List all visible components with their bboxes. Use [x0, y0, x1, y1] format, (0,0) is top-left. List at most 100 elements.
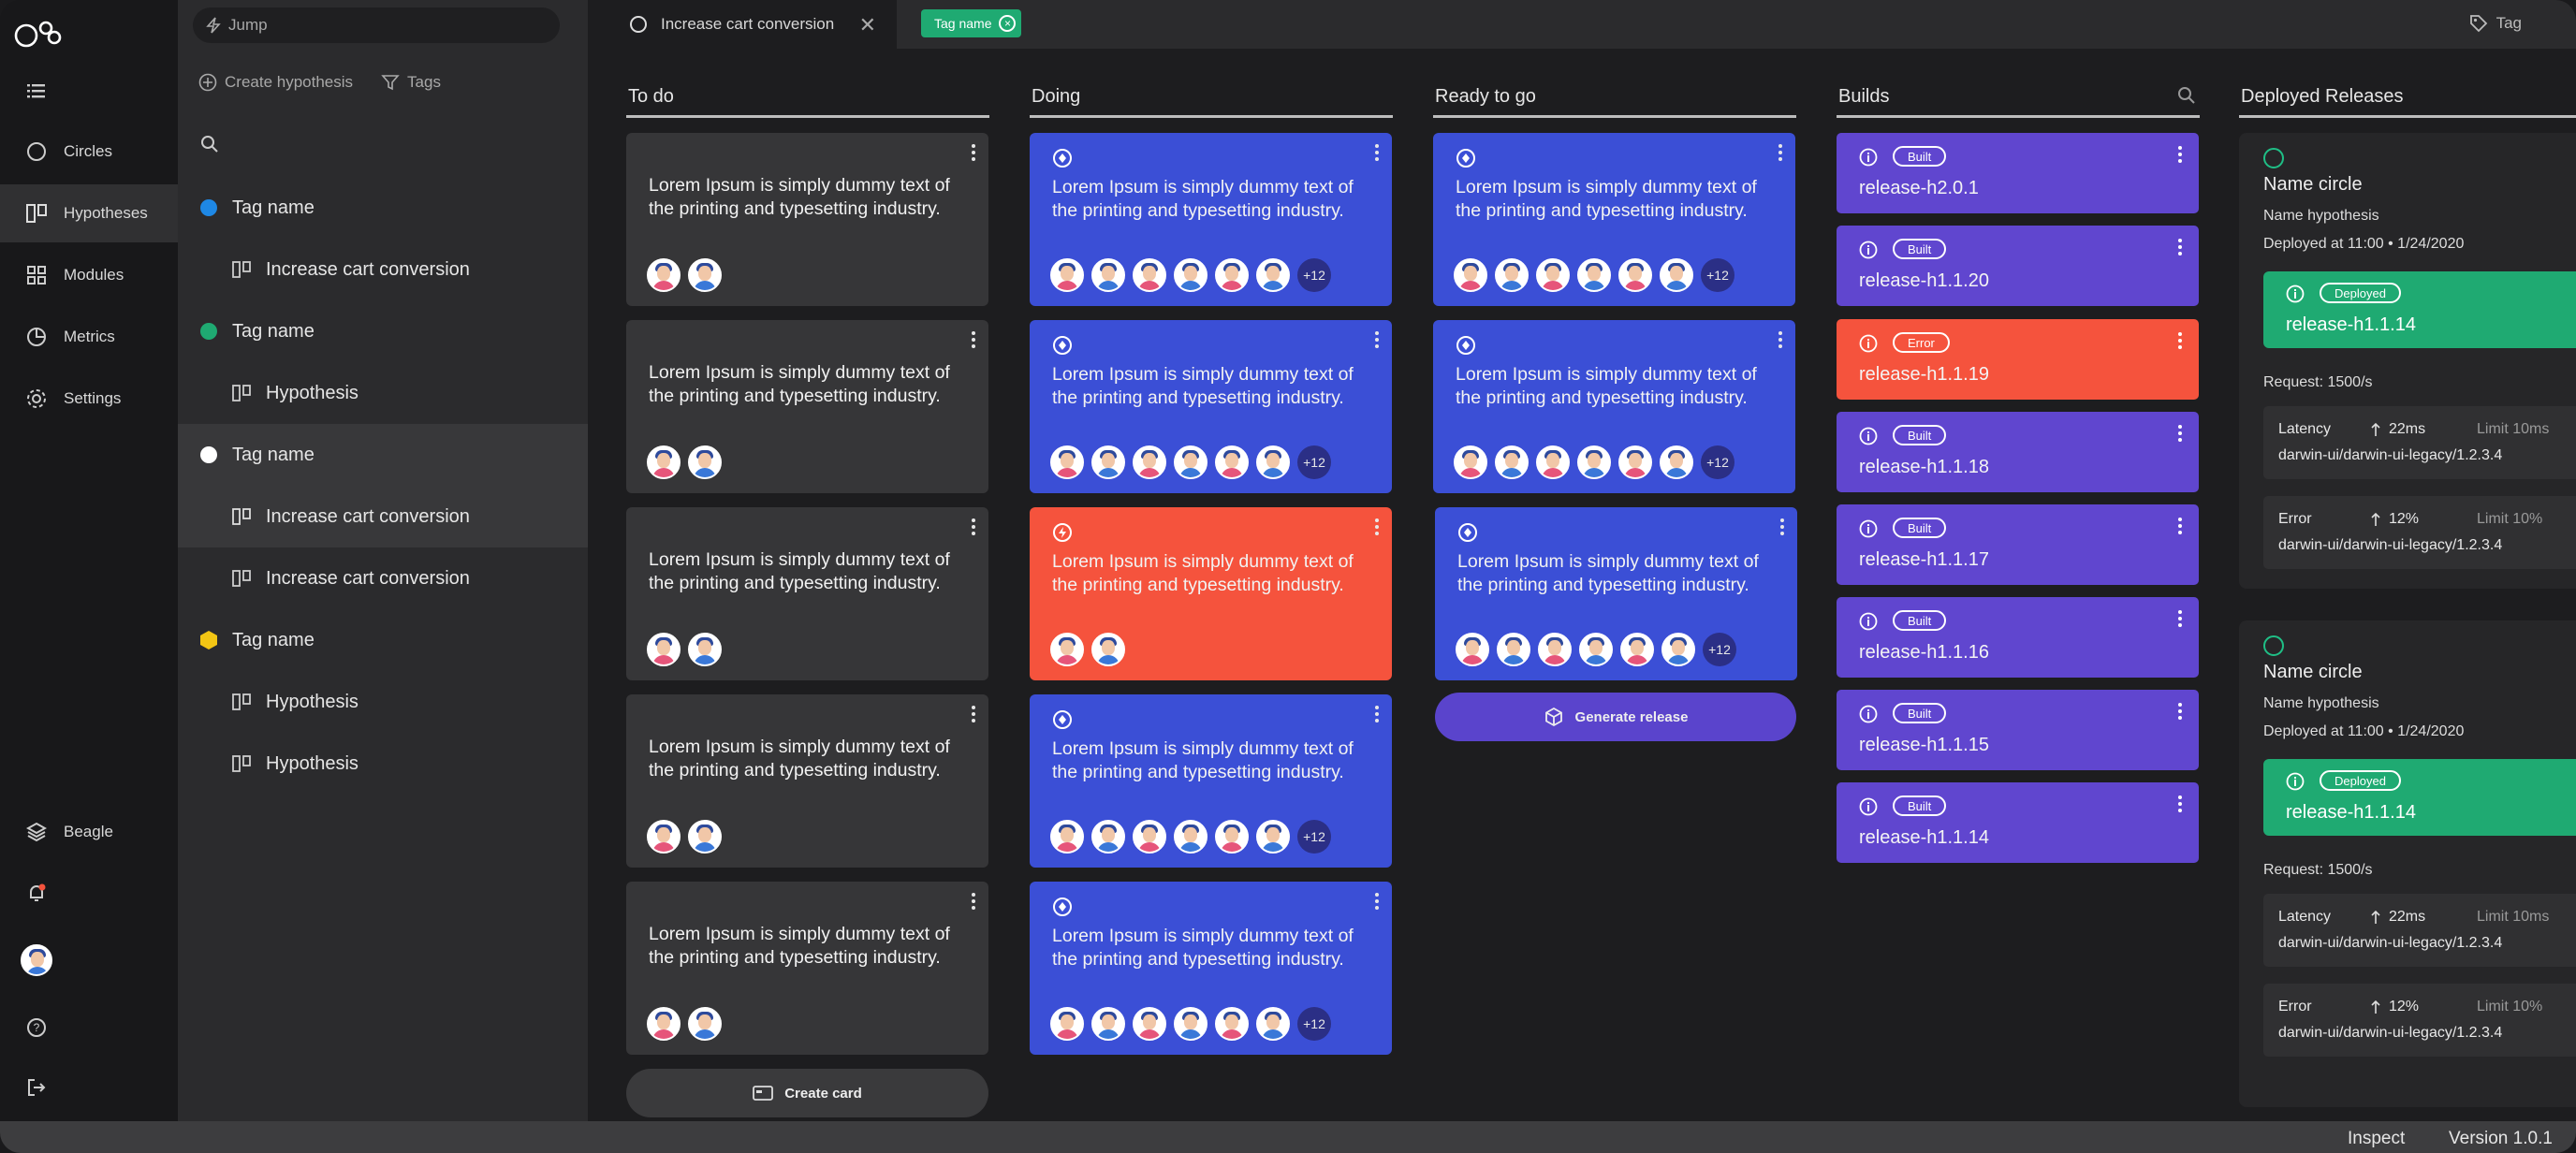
more-vertical-icon[interactable]: [2178, 239, 2182, 258]
filter-icon: [381, 75, 400, 91]
latency-metric[interactable]: Latency 22ms Limit 10ms darwin-ui/darwin…: [2263, 406, 2576, 479]
latency-metric[interactable]: Latency 22ms Limit 10ms darwin-ui/darwin…: [2263, 894, 2576, 967]
more-vertical-icon[interactable]: [1375, 893, 1379, 912]
build-status-badge: Error: [1893, 332, 1950, 353]
workspace-switcher[interactable]: Beagle: [0, 803, 178, 861]
avatar: [1215, 445, 1249, 479]
tag-group-blue[interactable]: Tag name: [178, 177, 588, 239]
more-vertical-icon[interactable]: [972, 893, 975, 912]
more-members-count[interactable]: +12: [1297, 445, 1331, 479]
doing-card[interactable]: Lorem Ipsum is simply dummy text of the …: [1030, 133, 1392, 306]
more-vertical-icon[interactable]: [2178, 518, 2182, 537]
doing-card[interactable]: Lorem Ipsum is simply dummy text of the …: [1030, 882, 1392, 1055]
hypothesis-item-selected[interactable]: Increase cart conversion: [178, 486, 588, 547]
todo-card[interactable]: Lorem Ipsum is simply dummy text of the …: [626, 320, 988, 493]
help-icon[interactable]: ?: [21, 1012, 52, 1044]
tags-filter-button[interactable]: Tags: [381, 73, 441, 92]
close-icon[interactable]: ✕: [859, 13, 876, 37]
build-item[interactable]: Built release-h1.1.18: [1837, 412, 2199, 492]
hypothesis-item[interactable]: Increase cart conversion: [178, 239, 588, 300]
error-metric[interactable]: Error 12% Limit 10% darwin-ui/darwin-ui-…: [2263, 984, 2576, 1057]
inspect-link[interactable]: Inspect: [2348, 1129, 2405, 1149]
build-item[interactable]: Built release-h1.1.15: [1837, 690, 2199, 770]
tag-group-yellow[interactable]: Tag name: [178, 609, 588, 671]
avatar: [1174, 445, 1208, 479]
more-vertical-icon[interactable]: [1375, 518, 1379, 538]
doing-card[interactable]: Lorem Ipsum is simply dummy text of the …: [1030, 694, 1392, 868]
hypothesis-item[interactable]: Hypothesis: [178, 362, 588, 424]
error-bolt-icon: [1052, 522, 1073, 547]
doing-card[interactable]: Lorem Ipsum is simply dummy text of the …: [1030, 320, 1392, 493]
tag-group-white[interactable]: Tag name: [178, 424, 588, 486]
todo-card[interactable]: Lorem Ipsum is simply dummy text of the …: [626, 694, 988, 868]
more-vertical-icon[interactable]: [972, 518, 975, 538]
logout-icon[interactable]: [21, 1072, 52, 1103]
release-card[interactable]: Name circle Name hypothesis Deployed at …: [2239, 133, 2576, 589]
remove-tag-icon[interactable]: ×: [999, 15, 1017, 32]
more-vertical-icon[interactable]: [972, 144, 975, 164]
more-members-count[interactable]: +12: [1701, 445, 1734, 479]
deployed-release[interactable]: Deployed release-h1.1.14: [2263, 759, 2576, 836]
build-item[interactable]: Built release-h1.1.20: [1837, 226, 2199, 306]
more-vertical-icon[interactable]: [972, 331, 975, 351]
more-vertical-icon[interactable]: [1780, 518, 1784, 538]
user-avatar[interactable]: [21, 944, 52, 976]
build-item[interactable]: Built release-h1.1.16: [1837, 597, 2199, 678]
build-item[interactable]: Built release-h1.1.14: [1837, 782, 2199, 863]
more-vertical-icon[interactable]: [2178, 332, 2182, 352]
hypothesis-item[interactable]: Hypothesis: [178, 671, 588, 733]
hypothesis-item[interactable]: Increase cart conversion: [178, 547, 588, 609]
more-vertical-icon[interactable]: [972, 706, 975, 725]
todo-card[interactable]: Lorem Ipsum is simply dummy text of the …: [626, 507, 988, 680]
more-vertical-icon[interactable]: [1778, 331, 1782, 351]
jump-search-input[interactable]: Jump: [193, 7, 560, 43]
more-vertical-icon[interactable]: [1375, 706, 1379, 725]
tag-chip[interactable]: Tag name ×: [921, 9, 1022, 37]
hypothesis-item[interactable]: Hypothesis: [178, 733, 588, 795]
build-item-error[interactable]: Error release-h1.1.19: [1837, 319, 2199, 400]
more-vertical-icon[interactable]: [2178, 703, 2182, 722]
build-status-badge: Built: [1893, 610, 1947, 631]
release-card[interactable]: Name circle Name hypothesis Deployed at …: [2239, 620, 2576, 1107]
more-members-count[interactable]: +12: [1297, 1007, 1331, 1041]
deployed-release[interactable]: Deployed release-h1.1.14: [2263, 271, 2576, 348]
more-members-count[interactable]: +12: [1297, 258, 1331, 292]
menu-icon[interactable]: [21, 75, 52, 107]
tag-group-green[interactable]: Tag name: [178, 300, 588, 362]
create-hypothesis-button[interactable]: Create hypothesis: [198, 73, 353, 92]
more-vertical-icon[interactable]: [2178, 610, 2182, 630]
more-members-count[interactable]: +12: [1297, 820, 1331, 854]
search-icon[interactable]: [200, 135, 219, 158]
more-vertical-icon[interactable]: [1375, 331, 1379, 351]
search-icon[interactable]: [2177, 86, 2196, 110]
more-vertical-icon[interactable]: [2178, 795, 2182, 815]
todo-card[interactable]: Lorem Ipsum is simply dummy text of the …: [626, 882, 988, 1055]
error-metric[interactable]: Error 12% Limit 10% darwin-ui/darwin-ui-…: [2263, 496, 2576, 569]
more-vertical-icon[interactable]: [2178, 425, 2182, 445]
doing-card-error[interactable]: Lorem Ipsum is simply dummy text of the …: [1030, 507, 1392, 680]
tag-button[interactable]: Tag: [2468, 13, 2522, 34]
tab-hypothesis[interactable]: Increase cart conversion ✕: [588, 0, 897, 49]
more-members-count[interactable]: +12: [1703, 633, 1736, 666]
build-name: release-h1.1.18: [1859, 457, 1989, 477]
nav-item-hypotheses[interactable]: Hypotheses: [0, 184, 178, 242]
todo-card[interactable]: Lorem Ipsum is simply dummy text of the …: [626, 133, 988, 306]
generate-release-button[interactable]: Generate release: [1435, 693, 1796, 741]
nav-item-metrics[interactable]: Metrics: [0, 308, 178, 366]
notification-bell-icon[interactable]: [21, 877, 52, 909]
nav-item-modules[interactable]: Modules: [0, 246, 178, 304]
more-members-count[interactable]: +12: [1701, 258, 1734, 292]
ready-card[interactable]: Lorem Ipsum is simply dummy text of the …: [1435, 507, 1797, 680]
create-card-button[interactable]: Create card: [626, 1069, 988, 1117]
more-vertical-icon[interactable]: [1778, 144, 1782, 164]
build-item[interactable]: Built release-h1.1.17: [1837, 504, 2199, 585]
nav-item-circles[interactable]: Circles: [0, 123, 178, 181]
avatar: [1661, 633, 1695, 666]
ready-card[interactable]: Lorem Ipsum is simply dummy text of the …: [1433, 133, 1795, 306]
layers-icon: [22, 818, 51, 846]
more-vertical-icon[interactable]: [1375, 144, 1379, 164]
more-vertical-icon[interactable]: [2178, 146, 2182, 166]
build-item[interactable]: Built release-h2.0.1: [1837, 133, 2199, 213]
ready-card[interactable]: Lorem Ipsum is simply dummy text of the …: [1433, 320, 1795, 493]
nav-item-settings[interactable]: Settings: [0, 370, 178, 428]
